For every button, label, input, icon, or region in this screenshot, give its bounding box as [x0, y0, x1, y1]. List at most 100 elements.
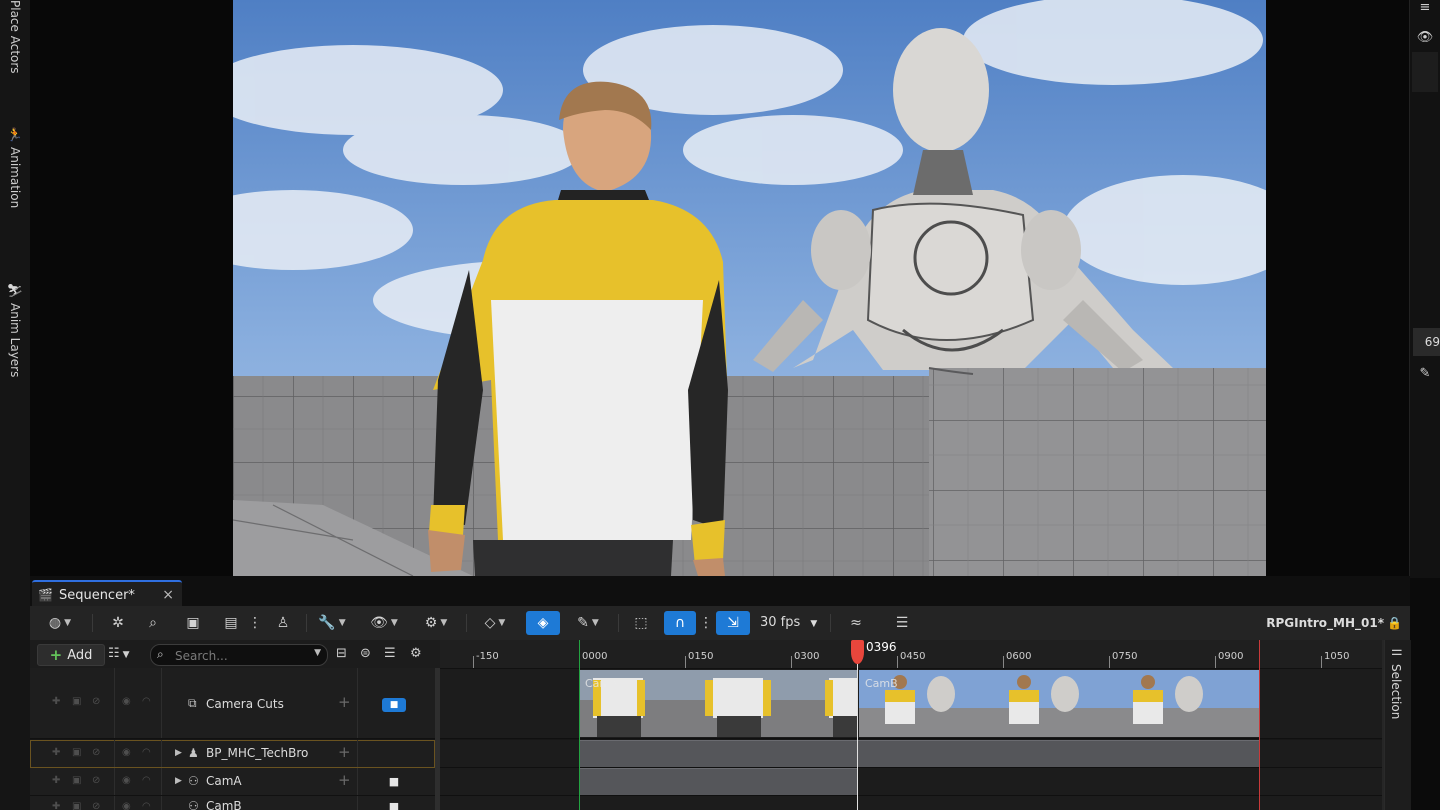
timeline-area[interactable]: CamA CamB -150 0000 0150 0300 0450 0600 … [440, 640, 1382, 810]
lock-small-icon[interactable]: ▣ [72, 775, 81, 786]
section-cama[interactable] [579, 768, 857, 795]
track-row-bp-mhc-techbro[interactable]: ✚ ▣ ⊘ ◉ ◠ ▶ ♟ BP_MHC_TechBro + [30, 740, 435, 768]
visibility-icon[interactable]: ◉ [122, 696, 131, 707]
lock-small-icon[interactable]: ▣ [72, 801, 81, 810]
view-density-icon[interactable]: ⊜ [360, 644, 371, 664]
pencil-icon[interactable]: ✎ [1410, 366, 1440, 381]
key-options-button[interactable]: ◇ ▼ [476, 611, 514, 635]
chevron-down-icon: ▼ [591, 618, 599, 628]
folder-search-icon: ⌕ [149, 615, 157, 631]
toolbar-divider [92, 614, 93, 632]
sequencer-tab-bar: 🎬 Sequencer* × [30, 576, 1410, 608]
view-options-button[interactable]: 👁 ▼ [364, 611, 404, 635]
mute-icon[interactable]: ⊘ [92, 747, 100, 758]
add-section-icon[interactable]: + [338, 693, 351, 711]
tab-anim-layers[interactable]: ⛷ Anim Layers [0, 284, 30, 377]
create-camera-button[interactable]: ▣ [180, 611, 206, 635]
snap-options-button[interactable]: ⋮ [699, 611, 713, 635]
curve-editor-button[interactable]: ≈ [842, 611, 870, 635]
eye-icon[interactable]: 👁 [1410, 30, 1440, 45]
pin-icon[interactable]: ✚ [52, 696, 60, 707]
snap-toggle[interactable]: ∩ [664, 611, 696, 635]
auto-key-toggle[interactable]: ◈ [526, 611, 560, 635]
playback-options-button[interactable]: ⚙ ▼ [416, 611, 456, 635]
pin-icon[interactable]: ✚ [52, 775, 60, 786]
select-tool-button[interactable]: ⬚ [628, 611, 654, 635]
track-outliner: ✚ ▣ ⊘ ◉ ◠ ⧉ Camera Cuts + ■ ✚ ▣ ⊘ ◉ ◠ ▶ … [30, 668, 440, 810]
list-icon[interactable]: ☰ [384, 644, 396, 664]
tab-animation[interactable]: 🏃 Animation [0, 128, 30, 208]
pin-icon[interactable]: ✚ [52, 801, 60, 810]
filter-icon[interactable]: ≡ [1410, 0, 1440, 15]
playback-start-marker[interactable] [579, 640, 580, 810]
solo-icon[interactable]: ◠ [142, 696, 151, 707]
tab-sequencer[interactable]: 🎬 Sequencer* × [32, 580, 182, 608]
frame-rate-label: 30 fps [760, 615, 801, 630]
camera-lock-toggle[interactable]: ■ [382, 698, 406, 712]
search-box: ⌕ ▼ [150, 644, 328, 666]
find-in-browser-button[interactable]: ⌕ [140, 611, 166, 635]
eye-icon: 👁 [370, 615, 388, 631]
level-viewport-frame[interactable] [30, 0, 1410, 576]
actions-button[interactable]: ♙ [270, 611, 296, 635]
mute-icon[interactable]: ⊘ [92, 801, 100, 810]
more-options-button[interactable]: ⋮ [248, 611, 262, 635]
visibility-icon[interactable]: ◉ [122, 747, 131, 758]
tab-place-actors[interactable]: Place Actors [0, 0, 30, 74]
playhead-handle[interactable] [851, 640, 864, 664]
camera-actor-icon: ⚇ [188, 774, 199, 788]
level-viewport[interactable] [233, 0, 1266, 576]
render-movie-button[interactable]: ▤ [218, 611, 244, 635]
edit-mode-button[interactable]: ✎ ▼ [568, 611, 608, 635]
world-menu-button[interactable]: ◍ ▼ [40, 611, 80, 635]
shot-section-camb[interactable]: CamB [859, 670, 1259, 737]
lock-icon[interactable]: 🔒 [1387, 611, 1402, 635]
add-track-button[interactable]: + Add [37, 644, 105, 666]
close-icon[interactable]: × [162, 587, 174, 603]
snap-to-frame-toggle[interactable]: ⇲ [716, 611, 750, 635]
add-button-label: Add [67, 647, 93, 663]
sequence-settings-button[interactable]: ✲ [106, 611, 130, 635]
filter-button[interactable]: ☷ ▼ [108, 644, 130, 664]
shot-section-cama[interactable]: CamA [579, 670, 857, 737]
gear-star-icon: ✲ [112, 615, 124, 631]
track-row-cama[interactable]: ✚ ▣ ⊘ ◉ ◠ ▶ ⚇ CamA + ■ [30, 768, 435, 796]
ruler-tick [791, 656, 792, 668]
visibility-icon[interactable]: ◉ [122, 775, 131, 786]
pin-icon[interactable]: ✚ [52, 747, 60, 758]
pilot-camera-icon[interactable]: ■ [382, 800, 406, 810]
camera-icon: ▣ [186, 615, 200, 631]
solo-icon[interactable]: ◠ [142, 801, 151, 810]
actor-anchor-icon: ♙ [276, 615, 290, 631]
visibility-icon[interactable]: ◉ [122, 801, 131, 810]
chevron-down-icon[interactable]: ▼ [314, 648, 321, 658]
solo-icon[interactable]: ◠ [142, 747, 151, 758]
pilot-camera-icon[interactable]: ■ [382, 775, 406, 789]
frame-rate-dropdown[interactable]: 30 fps ▼ [760, 611, 817, 635]
collapse-icon[interactable]: ⊟ [336, 644, 347, 664]
playback-end-marker[interactable] [1259, 640, 1260, 810]
lock-small-icon[interactable]: ▣ [72, 747, 81, 758]
expand-arrow-icon[interactable]: ▶ [175, 776, 182, 786]
sliders-icon: ⚌ [1391, 644, 1403, 659]
add-section-icon[interactable]: + [338, 743, 351, 761]
track-row-camera-cuts[interactable]: ✚ ▣ ⊘ ◉ ◠ ⧉ Camera Cuts + ■ [30, 668, 435, 739]
selection-side-tab[interactable]: ⚌ Selection [1384, 640, 1411, 810]
search-input[interactable] [173, 646, 307, 665]
section-bp-mhc-techbro[interactable] [579, 740, 1259, 767]
solo-icon[interactable]: ◠ [142, 775, 151, 786]
tools-menu-button[interactable]: 🔧 ▼ [314, 611, 350, 635]
time-ruler[interactable]: -150 0000 0150 0300 0450 0600 0750 0900 … [440, 640, 1382, 669]
mute-icon[interactable]: ⊘ [92, 775, 100, 786]
track-list-button[interactable]: ☰ [888, 611, 916, 635]
frame-snap-icon: ⇲ [727, 615, 739, 631]
expand-arrow-icon[interactable]: ▶ [175, 748, 182, 758]
plus-icon: + [49, 646, 63, 664]
track-row-camb[interactable]: ✚ ▣ ⊘ ◉ ◠ ⚇ CamB ■ [30, 796, 435, 810]
lock-small-icon[interactable]: ▣ [72, 696, 81, 707]
toolbar-divider [618, 614, 619, 632]
add-section-icon[interactable]: + [338, 771, 351, 789]
details-side-rail: ≡ 👁 69 ✎ [1409, 0, 1440, 578]
mute-icon[interactable]: ⊘ [92, 696, 100, 707]
gear-icon[interactable]: ⚙ [410, 644, 422, 664]
